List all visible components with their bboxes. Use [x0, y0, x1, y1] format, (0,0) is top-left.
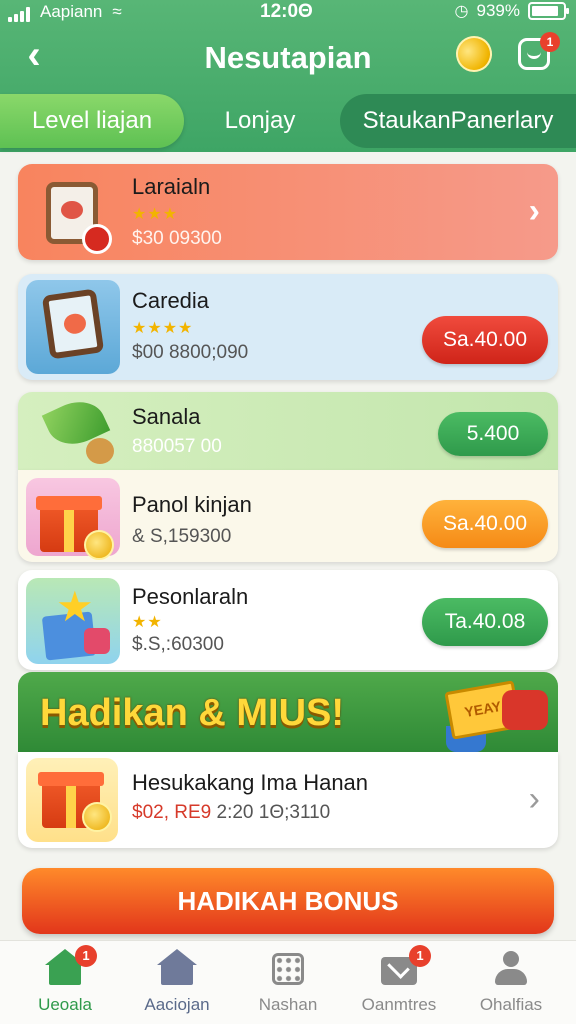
coin-button[interactable]: [450, 30, 498, 78]
banner-illustration: YEAY: [422, 676, 554, 752]
status-time: 12:0Θ: [260, 1, 313, 22]
list-item[interactable]: ★ Pesonlaraln ★★ $.S,:60300 Ta.40.08: [18, 570, 558, 670]
nav-badge: 1: [409, 945, 431, 967]
item-name: Panol kinjan: [132, 492, 252, 517]
alarm-icon: ◷: [454, 3, 469, 20]
battery-percent: 939%: [476, 1, 520, 20]
list-item[interactable]: Caredia ★★★★ $00 8800;090 Sa.40.00: [18, 274, 558, 380]
message-button[interactable]: 1: [518, 32, 560, 74]
item-price: $30 09300: [132, 228, 222, 249]
list-item[interactable]: Panol kinjan & S,159300 Sa.40.00: [18, 470, 558, 562]
mail-icon: 1: [379, 945, 431, 987]
star-rating: ★★★: [132, 206, 179, 223]
nav-profile[interactable]: Ohalfias: [456, 949, 566, 1021]
item-thumbnail: [26, 392, 120, 470]
tab-staukan[interactable]: StaukanPanerlary: [340, 94, 576, 148]
nav-label: Ohalfias: [479, 995, 543, 1014]
item-name: Caredia: [132, 288, 210, 313]
buy-button[interactable]: Sa.40.00: [422, 316, 548, 364]
item-thumbnail: [26, 168, 120, 256]
item-name: Hesukakang Ima Hanan: [132, 770, 369, 795]
tab-level[interactable]: Level liajan: [0, 94, 184, 148]
list-item[interactable]: Laraialn ★★★ $30 09300 ›: [18, 164, 558, 260]
coin-icon: [450, 30, 498, 78]
buy-button[interactable]: Ta.40.08: [422, 598, 548, 646]
banner-title: Hadikan & MIUS!: [40, 692, 345, 734]
price-highlight: $02, RE9: [132, 802, 212, 823]
title-bar: ‹ Nesutapian 1: [0, 28, 576, 88]
buy-button[interactable]: 5.400: [438, 412, 548, 456]
nav-home[interactable]: 1 Ueoala: [10, 945, 120, 1021]
seal-icon: [82, 224, 112, 254]
price-rest: 2:20 1Θ;3110: [211, 802, 331, 823]
nav-label: Nashan: [258, 995, 318, 1014]
home-icon: 1: [45, 945, 97, 987]
item-name: Pesonlaraln: [132, 584, 249, 609]
app-header: Aapiann ≈ 12:0Θ ◷ 939% ‹ Nesutapian 1 Le…: [0, 0, 576, 152]
item-price: & S,159300: [132, 526, 232, 547]
chevron-right-icon[interactable]: ›: [529, 192, 540, 231]
item-thumbnail: ★: [26, 578, 120, 664]
item-name: Sanala: [132, 404, 201, 429]
signal-icon: [8, 6, 30, 22]
coin-icon: [82, 802, 112, 832]
list-item[interactable]: Sanala 880057 00 5.400: [18, 392, 558, 470]
cup-icon: [84, 628, 110, 654]
buy-button[interactable]: Sa.40.00: [422, 500, 548, 548]
nav-store[interactable]: Aaciojan: [122, 949, 232, 1021]
nut-icon: [86, 438, 114, 464]
item-thumbnail: [26, 280, 120, 374]
item-name: Laraialn: [132, 174, 211, 199]
frame-icon: [41, 288, 105, 360]
bonus-item[interactable]: Hesukakang Ima Hanan $02, RE9 2:20 1Θ;31…: [18, 752, 558, 848]
grid-icon: [268, 949, 308, 987]
item-price: $.S,:60300: [132, 634, 224, 655]
item-thumbnail: [26, 758, 118, 842]
bottom-nav: 1 Ueoala Aaciojan Nashan 1 Oanmtres Ohal…: [0, 940, 576, 1024]
star-icon: ★: [56, 583, 94, 630]
item-price: $02, RE9 2:20 1Θ;3110: [132, 802, 330, 824]
nav-label: Ueoala: [38, 995, 92, 1014]
promo-banner[interactable]: Hadikan & MIUS! YEAY: [18, 672, 558, 752]
tab-lonjay[interactable]: Lonjay: [200, 94, 320, 148]
nav-badge: 1: [75, 945, 97, 967]
user-icon: [491, 949, 531, 987]
item-price: 880057 00: [132, 436, 222, 457]
wifi-icon: ≈: [112, 2, 122, 21]
store-icon: [157, 949, 197, 987]
nav-calendar[interactable]: Nashan: [233, 949, 343, 1021]
carrier-group: Aapiann ≈: [8, 2, 122, 22]
status-bar: Aapiann ≈ 12:0Θ ◷ 939%: [0, 0, 576, 26]
tab-bar: Level liajan Lonjay StaukanPanerlary: [0, 94, 576, 148]
star-rating: ★★: [132, 614, 163, 631]
item-price: $00 8800;090: [132, 342, 249, 363]
message-badge: 1: [540, 32, 560, 52]
nav-label: Oanmtres: [361, 995, 437, 1014]
bonus-button[interactable]: HADIKAH BONUS: [22, 868, 554, 934]
chevron-right-icon[interactable]: ›: [529, 780, 540, 819]
battery-icon: [528, 2, 569, 20]
toolbox-icon: [502, 690, 548, 730]
status-right: ◷ 939%: [454, 1, 569, 21]
nav-inbox[interactable]: 1 Oanmtres: [344, 945, 454, 1021]
carrier-name: Aapiann: [40, 2, 103, 21]
coin-icon: [84, 530, 114, 560]
star-rating: ★★★★: [132, 320, 194, 337]
item-thumbnail: [26, 478, 120, 560]
nav-label: Aaciojan: [144, 995, 210, 1014]
